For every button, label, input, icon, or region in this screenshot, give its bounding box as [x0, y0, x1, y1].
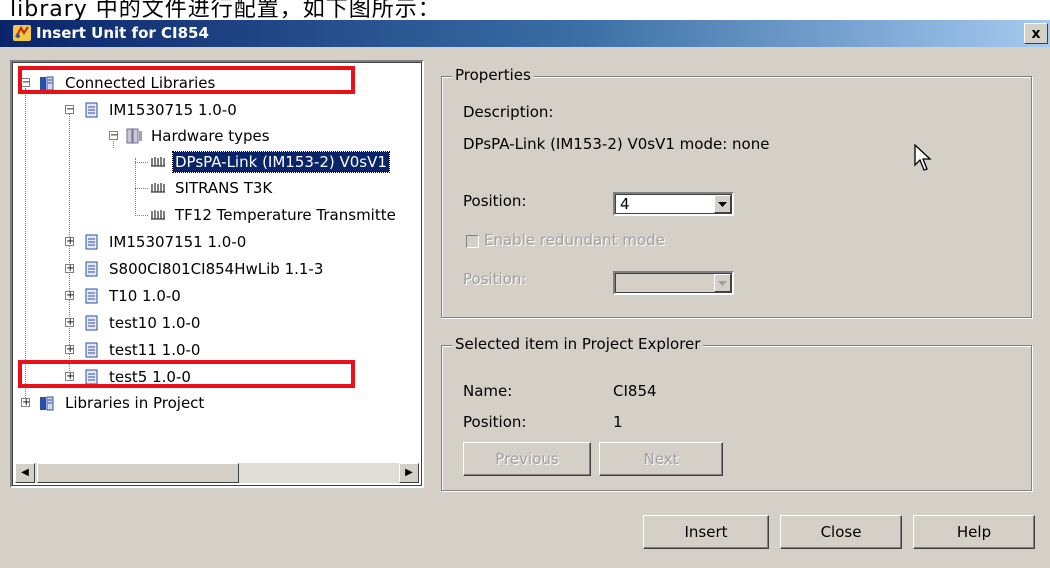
window-title: Insert Unit for CI854 [36, 24, 209, 42]
tree-node-library[interactable]: test11 1.0-0 [83, 339, 202, 361]
scroll-left-button[interactable]: ◀ [15, 463, 35, 483]
tree-connector [25, 88, 26, 402]
expand-toggle[interactable]: + [65, 264, 74, 274]
tree-node-label: S800CI801CI854HwLib 1.1-3 [109, 260, 324, 278]
tree-node-label: Libraries in Project [65, 394, 205, 412]
tree-node-label: IM15307151 1.0-0 [109, 233, 247, 251]
tree-node-hardware-type[interactable]: TF12 Temperature Transmitte [149, 204, 398, 226]
library-icon [85, 342, 98, 358]
library-icon [85, 315, 98, 331]
tree-node-label: T10 1.0-0 [109, 287, 181, 305]
library-icon [85, 102, 98, 118]
hardware-types-icon [126, 128, 142, 144]
tree-node-library[interactable]: T10 1.0-0 [83, 285, 183, 307]
tree-node-label: SITRANS T3K [175, 179, 273, 197]
background-caption-text: library 中的文件进行配置，如下图所示： [10, 0, 441, 20]
tree-node-libraries-in-project[interactable]: Libraries in Project [39, 392, 206, 414]
next-button[interactable]: Next [599, 442, 723, 476]
hardware-type-icon [151, 210, 165, 220]
tree-connector [135, 158, 136, 216]
tree-node-hardware-type-selected[interactable]: DPsPA-Link (IM153-2) V0sV1 [149, 151, 390, 173]
properties-title: Properties [452, 66, 534, 84]
description-label: Description: [463, 103, 554, 121]
library-icon [85, 288, 98, 304]
selected-position-value: 1 [613, 413, 623, 431]
previous-button[interactable]: Previous [463, 442, 591, 476]
tree-node-label: test11 1.0-0 [109, 341, 201, 359]
hardware-type-icon [151, 183, 165, 193]
tree-node-label: Hardware types [151, 127, 270, 145]
expand-toggle[interactable]: + [65, 237, 74, 247]
app-icon [13, 25, 31, 41]
selected-item-title: Selected item in Project Explorer [452, 335, 704, 353]
name-label: Name: [463, 382, 513, 400]
tree-node-label: IM1530715 1.0-0 [109, 101, 237, 119]
scroll-right-button[interactable]: ▶ [399, 463, 419, 483]
redundant-position-label: Position: [463, 270, 527, 288]
library-icon [85, 261, 98, 277]
mouse-cursor-icon [914, 144, 932, 171]
hardware-type-icon [151, 157, 165, 167]
selected-position-label: Position: [463, 413, 527, 431]
highlight-box [18, 360, 355, 388]
tree-connector [135, 162, 148, 163]
position-value: 4 [620, 195, 630, 213]
tree-node-library[interactable]: S800CI801CI854HwLib 1.1-3 [83, 258, 325, 280]
library-icon [85, 234, 98, 250]
tree-node-label: test10 1.0-0 [109, 314, 201, 332]
tree-node-library[interactable]: IM1530715 1.0-0 [83, 99, 239, 121]
dropdown-arrow-icon[interactable] [714, 274, 731, 292]
close-window-button[interactable]: x [1024, 23, 1048, 44]
tree-node-label: DPsPA-Link (IM153-2) V0sV1 [172, 151, 390, 173]
help-button[interactable]: Help [913, 515, 1035, 549]
insert-button[interactable]: Insert [643, 515, 769, 549]
tree-node-label: TF12 Temperature Transmitte [175, 206, 396, 224]
scroll-thumb[interactable] [37, 463, 239, 483]
horizontal-scrollbar[interactable]: ◀ ▶ [15, 463, 419, 483]
expand-toggle[interactable]: + [21, 398, 30, 408]
expand-toggle[interactable]: + [65, 291, 74, 301]
collapse-toggle[interactable]: − [109, 131, 118, 141]
library-folder-icon [40, 396, 54, 411]
collapse-toggle[interactable]: − [65, 105, 74, 115]
background-caption: library 中的文件进行配置，如下图所示： [0, 0, 1050, 20]
enable-redundant-checkbox[interactable] [466, 235, 479, 248]
description-value: DPsPA-Link (IM153-2) V0sV1 mode: none [463, 135, 770, 153]
highlight-box [18, 66, 355, 94]
position-label: Position: [463, 192, 527, 210]
enable-redundant-label: Enable redundant mode [484, 231, 665, 249]
library-tree[interactable]: − Connected Libraries − IM1530715 1.0-0 … [10, 60, 424, 488]
tree-node-library[interactable]: IM15307151 1.0-0 [83, 231, 248, 253]
tree-node-library[interactable]: test10 1.0-0 [83, 312, 202, 334]
tree-node-hardware-types[interactable]: Hardware types [125, 125, 272, 147]
expand-toggle[interactable]: + [65, 318, 74, 328]
name-value: CI854 [613, 382, 657, 400]
title-bar[interactable]: Insert Unit for CI854 x [0, 20, 1050, 47]
expand-toggle[interactable]: + [65, 345, 74, 355]
tree-connector [135, 188, 148, 189]
tree-connector [135, 215, 148, 216]
redundant-position-dropdown[interactable] [613, 271, 734, 295]
tree-node-hardware-type[interactable]: SITRANS T3K [149, 177, 274, 199]
dropdown-arrow-icon[interactable] [714, 195, 731, 213]
dialog-window: library 中的文件进行配置，如下图所示： Insert Unit for … [0, 0, 1050, 568]
close-button[interactable]: Close [780, 515, 902, 549]
position-dropdown[interactable]: 4 [613, 192, 734, 216]
